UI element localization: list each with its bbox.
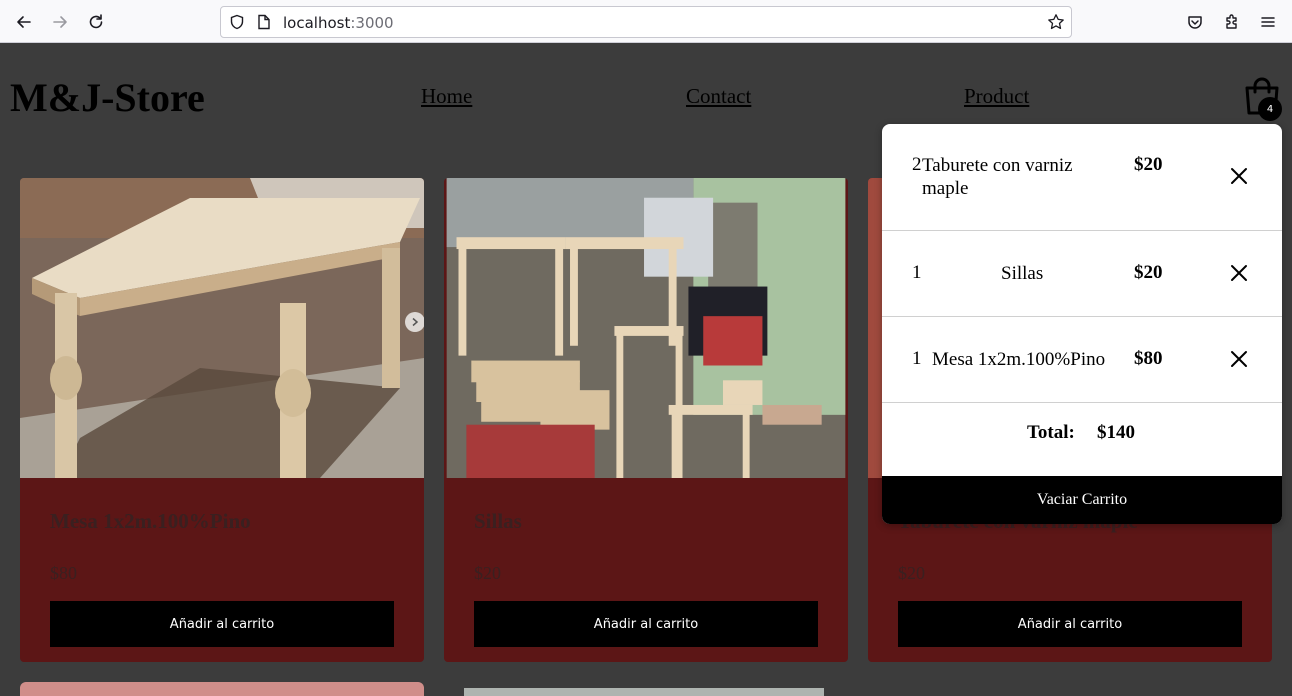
cart-item-price: $80 <box>1134 348 1163 369</box>
product-price: $80 <box>50 563 77 583</box>
reload-icon <box>89 14 103 29</box>
nav-product-link[interactable]: Product <box>964 84 1029 109</box>
page: M&J-Store Home Contact Product 4 Mesa 1x… <box>0 43 1292 696</box>
cart-item-name: Mesa 1x2m.100%Pino <box>932 349 1106 370</box>
cart-item-qty: 1 <box>912 348 922 369</box>
url-text: localhost:3000 <box>283 14 394 32</box>
forward-button[interactable] <box>47 9 73 35</box>
back-arrow-icon <box>17 16 31 28</box>
cart-item-price: $20 <box>1134 262 1163 283</box>
forward-arrow-icon <box>53 16 67 28</box>
chevron-right-icon <box>412 317 419 327</box>
clear-cart-button[interactable]: Vaciar Carrito <box>882 476 1282 524</box>
cart-item-name: Taburete con varniz maple <box>922 154 1073 200</box>
add-to-cart-button[interactable]: Añadir al carrito <box>474 601 818 647</box>
nav-contact-link[interactable]: Contact <box>686 84 751 109</box>
remove-item-close-icon[interactable] <box>1228 348 1250 370</box>
menu-button[interactable] <box>1255 9 1281 35</box>
remove-item-close-icon[interactable] <box>1228 165 1250 187</box>
add-to-cart-button[interactable]: Añadir al carrito <box>50 601 394 647</box>
cart-item-name-line2: maple <box>922 178 969 199</box>
nav-home-link[interactable]: Home <box>421 84 472 109</box>
cart-item: 1 Sillas $20 <box>882 231 1282 317</box>
product-image-chairs[interactable] <box>444 178 848 478</box>
url-host: localhost <box>283 14 351 32</box>
hamburger-icon <box>1261 17 1275 27</box>
browser-toolbar: localhost:3000 <box>0 0 1292 43</box>
product-title: Sillas <box>474 509 522 533</box>
product-card: Mesa 1x2m.100%Pino $80 Añadir al carrito <box>20 178 424 662</box>
remove-item-close-icon[interactable] <box>1228 262 1250 284</box>
cart-item-price: $20 <box>1134 154 1163 175</box>
product-card: Sillas $20 Añadir al carrito <box>444 178 848 662</box>
product-image-partial <box>444 682 848 696</box>
pocket-button[interactable] <box>1182 9 1208 35</box>
cart-count-badge: 4 <box>1258 97 1282 121</box>
cart-item-name-line1: Taburete con varniz <box>922 155 1073 176</box>
carousel-next-button[interactable] <box>405 312 424 332</box>
cart-total-value: $140 <box>1097 422 1135 443</box>
product-card-partial <box>444 682 848 696</box>
cart-item: 1 Mesa 1x2m.100%Pino $80 <box>882 317 1282 403</box>
pocket-icon <box>1188 16 1202 29</box>
cart-item-qty: 1 <box>912 262 922 283</box>
cart-total-label: Total: <box>1027 422 1075 443</box>
product-title: Mesa 1x2m.100%Pino <box>50 509 251 533</box>
back-button[interactable] <box>11 9 37 35</box>
page-icon <box>258 14 270 30</box>
add-to-cart-button[interactable]: Añadir al carrito <box>898 601 1242 647</box>
address-bar[interactable]: localhost:3000 <box>220 6 1072 38</box>
cart-item-qty: 2 <box>912 154 922 175</box>
puzzle-icon <box>1226 14 1237 29</box>
brand-title: M&J-Store <box>10 75 205 120</box>
cart-item-name: Sillas <box>1001 263 1044 284</box>
bookmark-star-icon[interactable] <box>1047 13 1065 31</box>
shield-icon[interactable] <box>229 14 245 30</box>
product-price: $20 <box>898 563 925 583</box>
product-image-table[interactable] <box>20 178 424 478</box>
reload-button[interactable] <box>83 9 109 35</box>
product-card-partial <box>20 682 424 696</box>
url-port: :3000 <box>350 14 394 32</box>
cart-dropdown: 2 Taburete con varniz maple $20 1 Sillas… <box>882 124 1282 524</box>
extensions-button[interactable] <box>1219 9 1245 35</box>
cart-item: 2 Taburete con varniz maple $20 <box>882 124 1282 231</box>
product-price: $20 <box>474 563 501 583</box>
